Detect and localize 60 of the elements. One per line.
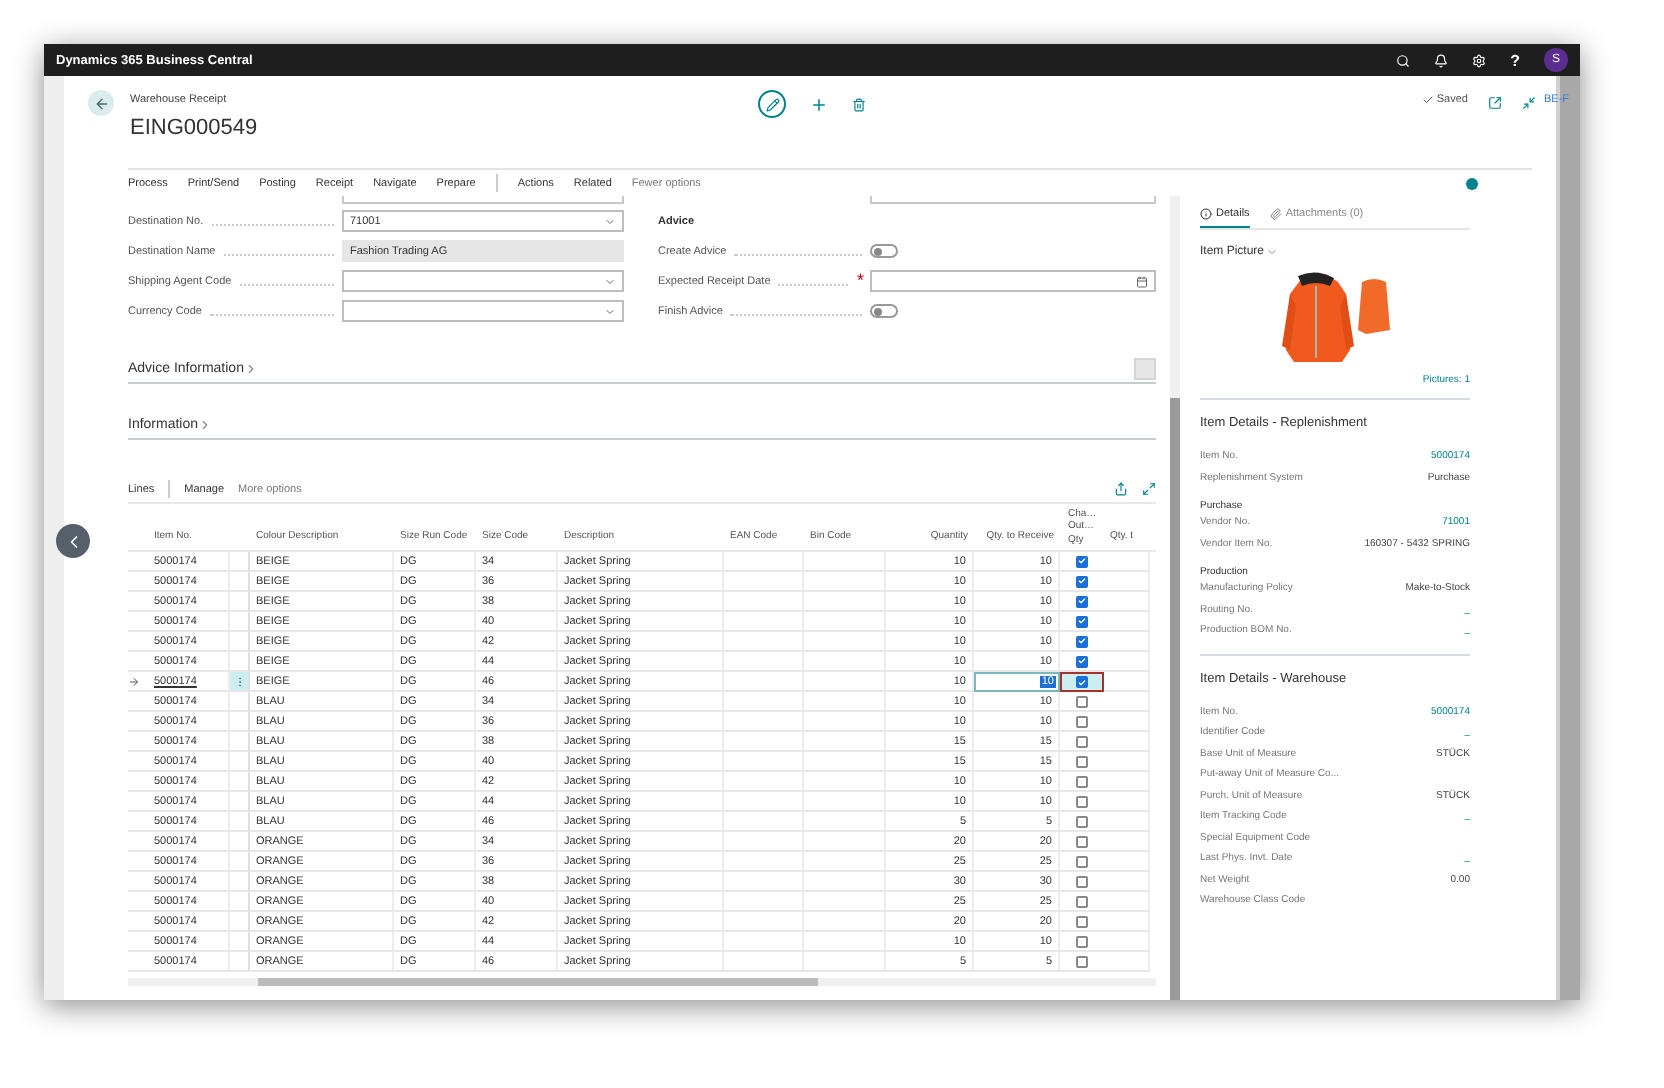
settings-icon[interactable] — [1472, 53, 1487, 67]
checkbox[interactable] — [1076, 875, 1088, 887]
checkbox[interactable] — [1076, 655, 1088, 667]
dropdown-field[interactable] — [342, 270, 624, 292]
checkbox[interactable] — [1076, 575, 1088, 587]
chevron-down-icon — [1266, 246, 1279, 258]
scrollbar-thumb[interactable] — [258, 978, 818, 986]
checkbox[interactable] — [1076, 595, 1088, 607]
open-new-window-button[interactable] — [1488, 94, 1502, 110]
checkbox[interactable] — [1076, 695, 1088, 707]
checkbox[interactable] — [1076, 735, 1088, 747]
trash-icon — [852, 97, 866, 111]
chevron-down-icon — [604, 305, 616, 317]
checkbox[interactable] — [1076, 955, 1088, 967]
calendar-icon — [1136, 275, 1148, 287]
checkbox[interactable] — [1076, 755, 1088, 767]
notification-dot-icon — [1466, 177, 1478, 189]
checkbox[interactable] — [1076, 915, 1088, 927]
checkbox[interactable] — [1076, 815, 1088, 827]
checkbox[interactable] — [1076, 935, 1088, 947]
checkbox[interactable] — [1076, 715, 1088, 727]
required-mark: * — [856, 272, 864, 290]
paperclip-icon — [1269, 208, 1282, 220]
collapse-icon — [1522, 95, 1536, 109]
chevron-right-icon — [198, 418, 213, 432]
back-button[interactable] — [88, 90, 114, 116]
chevron-down-icon — [604, 215, 616, 227]
table-cell — [1104, 672, 1150, 692]
share-icon[interactable] — [1114, 482, 1128, 496]
checkbox[interactable] — [1076, 676, 1088, 688]
checkbox[interactable] — [1076, 855, 1088, 867]
checkbox[interactable] — [1076, 895, 1088, 907]
plus-icon — [810, 95, 828, 113]
scrollbar-thumb[interactable] — [1170, 397, 1180, 1000]
collapse-button[interactable] — [1522, 94, 1536, 110]
chevron-right-icon — [243, 362, 258, 376]
arrow-right-icon — [128, 675, 140, 687]
info-icon — [1200, 208, 1212, 220]
bell-icon[interactable] — [1434, 53, 1449, 67]
check-icon — [1078, 677, 1086, 687]
checkbox[interactable] — [1076, 555, 1088, 567]
help-button[interactable]: ? — [1510, 51, 1520, 69]
toggle-switch[interactable] — [870, 304, 898, 318]
pencil-icon — [765, 97, 779, 111]
checkbox[interactable] — [1076, 795, 1088, 807]
check-icon — [1422, 94, 1435, 106]
search-icon[interactable] — [1396, 53, 1411, 67]
dropdown-field[interactable] — [342, 300, 624, 322]
edit-button[interactable] — [758, 90, 786, 118]
page-title: EING000549 — [130, 116, 258, 140]
date-field[interactable] — [870, 270, 1156, 292]
chevron-down-icon — [604, 275, 616, 287]
checkbox[interactable] — [1076, 775, 1088, 787]
back-arrow-icon — [93, 95, 109, 111]
expand-icon[interactable] — [1142, 482, 1156, 496]
checkbox[interactable] — [1076, 615, 1088, 627]
checkbox[interactable] — [1076, 835, 1088, 847]
checkbox[interactable] — [1076, 635, 1088, 647]
open-external-icon — [1488, 95, 1502, 109]
toggle-switch[interactable] — [870, 244, 898, 258]
